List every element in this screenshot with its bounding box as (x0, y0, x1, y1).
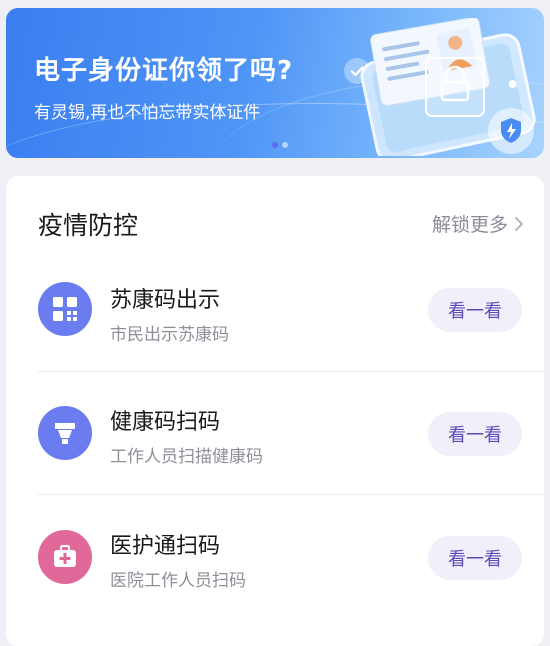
qr-code-icon (38, 282, 92, 336)
shield-bolt-icon (488, 108, 534, 154)
unlock-more-label: 解锁更多 (431, 214, 508, 236)
banner-title: 电子身份证你领了吗? (34, 56, 294, 86)
item-subtitle: 工作人员扫描健康码 (110, 447, 263, 467)
scanner-icon (38, 406, 92, 460)
item-title: 健康码扫码 (110, 410, 221, 435)
chevron-right-icon (515, 216, 523, 231)
list-item-sukang-code[interactable]: 苏康码出示 市民出示苏康码 看一看 (6, 254, 544, 374)
list-item-health-code-scan[interactable]: 健康码扫码 工作人员扫描健康码 看一看 (6, 376, 544, 496)
carousel-dot[interactable] (282, 142, 288, 148)
item-title: 苏康码出示 (110, 288, 221, 313)
carousel-indicator (272, 142, 288, 148)
view-button[interactable]: 看一看 (428, 536, 522, 580)
item-title: 医护通扫码 (110, 534, 221, 559)
view-button[interactable]: 看一看 (428, 412, 522, 456)
section-title: 疫情防控 (38, 211, 139, 240)
item-subtitle: 市民出示苏康码 (110, 325, 229, 345)
view-button[interactable]: 看一看 (428, 288, 522, 332)
medical-kit-icon (38, 530, 92, 584)
divider (38, 494, 544, 495)
epidemic-control-card: 疫情防控 解锁更多 苏康码出示 市民出示苏康码 看一看 健康码扫码 工作人员扫描… (6, 176, 544, 646)
divider (38, 371, 544, 372)
unlock-more-link[interactable]: 解锁更多 (432, 210, 524, 237)
carousel-dot-active (272, 142, 278, 148)
promo-banner[interactable]: 电子身份证你领了吗? 有灵锡,再也不怕忘带实体证件 (6, 8, 544, 158)
banner-subtitle: 有灵锡,再也不怕忘带实体证件 (34, 103, 261, 123)
list-item-medical-scan[interactable]: 医护通扫码 医院工作人员扫码 看一看 (6, 498, 544, 618)
item-subtitle: 医院工作人员扫码 (110, 571, 246, 591)
